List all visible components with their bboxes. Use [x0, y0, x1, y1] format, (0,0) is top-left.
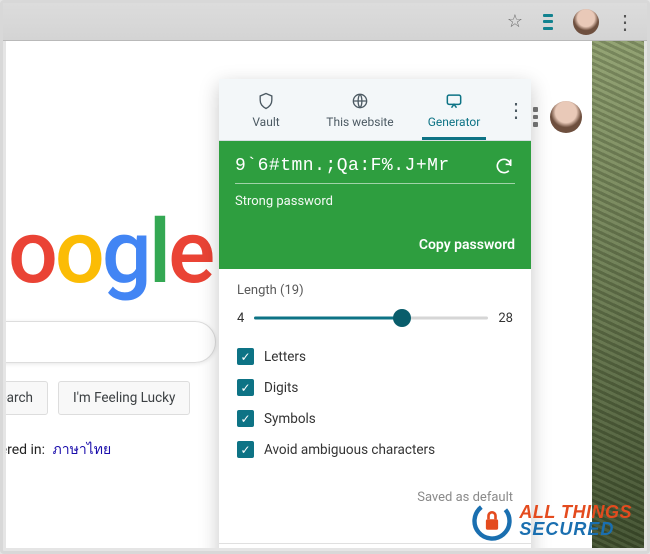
tab-label: Generator: [428, 115, 481, 129]
lock-icon: [471, 500, 513, 542]
option-label: Letters: [264, 349, 306, 365]
extension-icon[interactable]: [539, 13, 557, 31]
browser-toolbar: ☆ ⋮: [3, 3, 647, 41]
option-label: Symbols: [264, 411, 316, 427]
option-label: Digits: [264, 380, 298, 396]
password-strength: Strong password: [235, 194, 515, 209]
desktop-background-strip: [592, 41, 644, 548]
option-letters[interactable]: ✓ Letters: [237, 348, 513, 365]
google-account-avatar[interactable]: [550, 101, 582, 133]
tab-vault[interactable]: Vault: [219, 79, 313, 140]
option-label: Avoid ambiguous characters: [264, 442, 435, 458]
account-footer[interactable]: josh@ g——————— ▲: [219, 543, 531, 548]
slider-min: 4: [237, 311, 244, 326]
password-manager-popup: Vault This website Generator ⋮ 9`6#tmn.;…: [219, 79, 531, 548]
password-panel: 9`6#tmn.;Qa:F%.J+Mr Strong password Copy…: [219, 141, 531, 269]
profile-avatar-small[interactable]: [573, 9, 599, 35]
regenerate-button[interactable]: [493, 155, 515, 177]
feeling-lucky-button[interactable]: I'm Feeling Lucky: [58, 381, 190, 415]
popup-menu-icon[interactable]: ⋮: [501, 79, 531, 140]
checkbox-checked-icon: ✓: [237, 379, 254, 396]
tab-label: This website: [326, 115, 393, 129]
google-logo: Google: [6, 201, 212, 304]
shield-icon: [256, 91, 276, 111]
page-content: Google e Search I'm Feeling Lucky oogle …: [6, 41, 644, 548]
option-ambiguous[interactable]: ✓ Avoid ambiguous characters: [237, 441, 513, 458]
google-homepage: Google e Search I'm Feeling Lucky oogle …: [6, 41, 226, 548]
watermark: ALL THINGS SECURED: [471, 500, 632, 542]
popup-tabs: Vault This website Generator ⋮: [219, 79, 531, 141]
option-digits[interactable]: ✓ Digits: [237, 379, 513, 396]
globe-icon: [350, 91, 370, 111]
offered-in-text: oogle offered in: ภาษาไทย: [6, 439, 111, 461]
google-search-button[interactable]: e Search: [6, 381, 48, 415]
chat-icon: [444, 91, 464, 111]
search-input[interactable]: [6, 321, 216, 363]
option-symbols[interactable]: ✓ Symbols: [237, 410, 513, 427]
copy-password-button[interactable]: Copy password: [419, 237, 515, 253]
watermark-line2: SECURED: [519, 521, 632, 538]
language-link[interactable]: ภาษาไทย: [53, 442, 112, 458]
refresh-icon: [494, 156, 514, 176]
generated-password: 9`6#tmn.;Qa:F%.J+Mr: [235, 156, 450, 176]
slider-thumb[interactable]: [393, 309, 411, 327]
length-slider[interactable]: [254, 308, 488, 328]
checkbox-checked-icon: ✓: [237, 441, 254, 458]
tab-label: Vault: [252, 115, 279, 129]
tab-this-website[interactable]: This website: [313, 79, 407, 140]
checkbox-checked-icon: ✓: [237, 348, 254, 365]
checkbox-checked-icon: ✓: [237, 410, 254, 427]
slider-max: 28: [498, 311, 513, 326]
length-label: Length (19): [237, 283, 513, 298]
bookmark-star-icon[interactable]: ☆: [507, 11, 523, 32]
tab-generator[interactable]: Generator: [407, 79, 501, 140]
